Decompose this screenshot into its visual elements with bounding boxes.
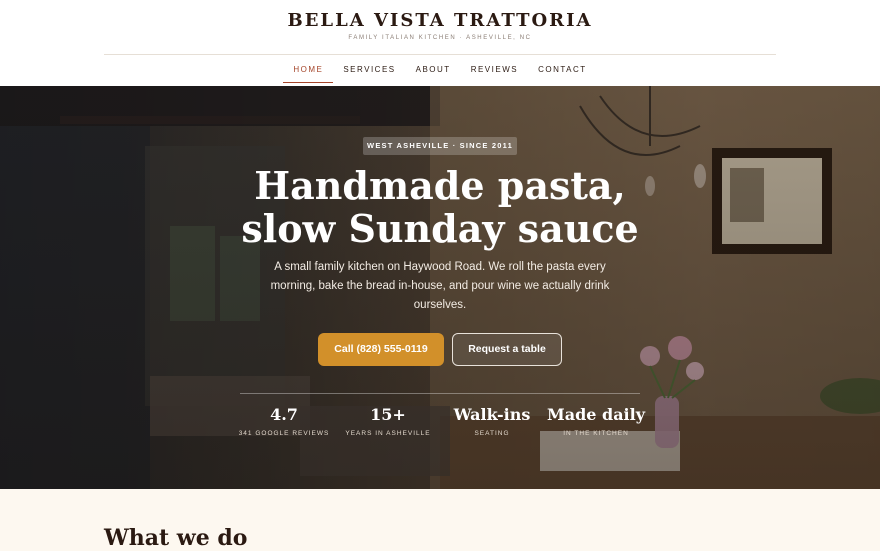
stats-divider [240,393,640,394]
site-header: BELLA VISTA TRATTORIA FAMILY ITALIAN KIT… [0,0,880,86]
stat-value: Walk-ins [453,405,531,424]
services-section: What we do [0,489,880,551]
stat-value: Made daily [546,405,646,424]
nav-item-reviews[interactable]: REVIEWS [461,55,528,86]
hero-title-line-1: Handmade pasta, [254,163,626,208]
request-table-button[interactable]: Request a table [452,333,562,366]
location-badge: WEST ASHEVILLE · SINCE 2011 [363,137,517,155]
nav-item-contact[interactable]: CONTACT [528,55,597,86]
stat-value: 15+ [370,405,406,424]
stat-label: 341 GOOGLE REVIEWS [238,430,330,437]
stat-years: 15+ YEARS IN ASHEVILLE [336,404,440,437]
nav-item-services[interactable]: SERVICES [333,55,405,86]
hero-title-line-2: slow Sunday sauce [241,206,639,251]
stat-kitchen: Made daily IN THE KITCHEN [544,404,648,437]
stat-seating: Walk-ins SEATING [440,404,544,437]
stat-label: YEARS IN ASHEVILLE [345,430,431,437]
main-nav: HOME SERVICES ABOUT REVIEWS CONTACT [0,55,880,86]
hero: WEST ASHEVILLE · SINCE 2011 Handmade pas… [0,86,880,489]
stat-label: IN THE KITCHEN [563,430,629,437]
services-title: What we do [104,525,248,551]
stat-value: 4.7 [270,405,298,424]
stat-label: SEATING [474,430,510,437]
stat-rating: 4.7 341 GOOGLE REVIEWS [232,404,336,437]
call-button[interactable]: Call (828) 555-0119 [318,333,444,366]
hero-subtitle: A small family kitchen on Haywood Road. … [270,261,610,311]
hero-title: Handmade pasta, slow Sunday sauce [0,164,880,250]
nav-item-about[interactable]: ABOUT [406,55,461,86]
brand-name[interactable]: BELLA VISTA TRATTORIA [0,10,880,31]
brand: BELLA VISTA TRATTORIA FAMILY ITALIAN KIT… [0,10,880,41]
nav-item-home[interactable]: HOME [283,55,334,86]
stats-row: 4.7 341 GOOGLE REVIEWS 15+ YEARS IN ASHE… [232,404,648,437]
brand-tagline: FAMILY ITALIAN KITCHEN · ASHEVILLE, NC [348,35,532,41]
